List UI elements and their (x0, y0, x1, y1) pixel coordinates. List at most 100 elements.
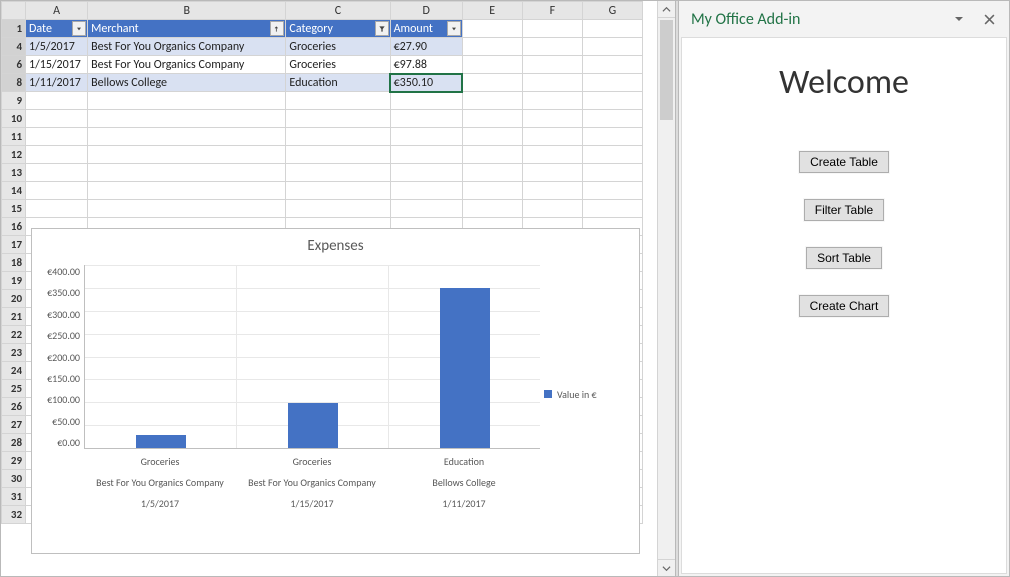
cell-merchant[interactable]: Best For You Organics Company (88, 38, 286, 56)
cell-merchant[interactable]: Bellows College (88, 74, 286, 92)
embedded-chart[interactable]: Expenses €400.00€350.00€300.00€250.00€20… (31, 228, 640, 554)
cell-empty[interactable] (88, 92, 286, 110)
row-header-32[interactable]: 32 (2, 506, 26, 524)
row-header-12[interactable]: 12 (2, 146, 26, 164)
cell-date[interactable]: 1/15/2017 (26, 56, 88, 74)
cell-empty[interactable] (522, 164, 582, 182)
cell-empty[interactable] (26, 128, 88, 146)
cell-empty[interactable] (462, 38, 522, 56)
cell-empty[interactable] (462, 110, 522, 128)
cell-empty[interactable] (462, 164, 522, 182)
cell-empty[interactable] (522, 110, 582, 128)
cell-date[interactable]: 1/5/2017 (26, 38, 88, 56)
row-header-17[interactable]: 17 (2, 236, 26, 254)
cell-empty[interactable] (26, 164, 88, 182)
cell-empty[interactable] (88, 182, 286, 200)
cell-empty[interactable] (582, 56, 642, 74)
row-header-14[interactable]: 14 (2, 182, 26, 200)
cell-empty[interactable] (390, 182, 462, 200)
cell-category[interactable]: Education (286, 74, 390, 92)
column-header-G[interactable]: G (582, 2, 642, 20)
row-header-19[interactable]: 19 (2, 272, 26, 290)
row-header-23[interactable]: 23 (2, 344, 26, 362)
create-table-button[interactable]: Create Table (799, 151, 889, 173)
cell-empty[interactable] (582, 146, 642, 164)
row-header-25[interactable]: 25 (2, 380, 26, 398)
cell-empty[interactable] (582, 38, 642, 56)
cell-empty[interactable] (462, 74, 522, 92)
column-header-E[interactable]: E (462, 2, 522, 20)
cell-empty[interactable] (88, 200, 286, 218)
cell-empty[interactable] (582, 92, 642, 110)
column-header-B[interactable]: B (88, 2, 286, 20)
cell-empty[interactable] (582, 20, 642, 38)
table-header-date[interactable]: Date (26, 20, 88, 38)
row-header-28[interactable]: 28 (2, 434, 26, 452)
chart-bar[interactable] (288, 403, 338, 448)
cell-empty[interactable] (390, 128, 462, 146)
chart-bar[interactable] (440, 288, 490, 448)
cell-empty[interactable] (286, 164, 390, 182)
cell-empty[interactable] (462, 92, 522, 110)
row-header-24[interactable]: 24 (2, 362, 26, 380)
cell-empty[interactable] (88, 128, 286, 146)
row-header-20[interactable]: 20 (2, 290, 26, 308)
cell-empty[interactable] (88, 146, 286, 164)
sort-table-button[interactable]: Sort Table (806, 247, 882, 269)
scrollbar-thumb[interactable] (660, 20, 673, 120)
row-header-10[interactable]: 10 (2, 110, 26, 128)
cell-empty[interactable] (582, 74, 642, 92)
row-header-29[interactable]: 29 (2, 452, 26, 470)
cell-empty[interactable] (522, 182, 582, 200)
filter-dropdown-date[interactable] (72, 21, 86, 36)
row-header-6[interactable]: 6 (2, 56, 26, 74)
filter-dropdown-amount[interactable] (447, 21, 461, 36)
cell-amount[interactable]: €27.90 (390, 38, 462, 56)
row-header-22[interactable]: 22 (2, 326, 26, 344)
row-header-26[interactable]: 26 (2, 398, 26, 416)
cell-date[interactable]: 1/11/2017 (26, 74, 88, 92)
filter-dropdown-category[interactable] (375, 21, 389, 36)
cell-empty[interactable] (462, 182, 522, 200)
cell-category[interactable]: Groceries (286, 38, 390, 56)
cell-empty[interactable] (26, 200, 88, 218)
cell-empty[interactable] (522, 56, 582, 74)
cell-merchant[interactable]: Best For You Organics Company (88, 56, 286, 74)
table-header-merchant[interactable]: Merchant (88, 20, 286, 38)
table-header-amount[interactable]: Amount (390, 20, 462, 38)
row-header-13[interactable]: 13 (2, 164, 26, 182)
scroll-up-button[interactable] (658, 1, 675, 18)
cell-empty[interactable] (390, 92, 462, 110)
cell-empty[interactable] (462, 200, 522, 218)
cell-empty[interactable] (462, 56, 522, 74)
cell-empty[interactable] (582, 164, 642, 182)
cell-empty[interactable] (88, 110, 286, 128)
cell-empty[interactable] (582, 110, 642, 128)
cell-empty[interactable] (462, 20, 522, 38)
cell-empty[interactable] (522, 200, 582, 218)
chart-bar[interactable] (136, 435, 186, 448)
row-header-27[interactable]: 27 (2, 416, 26, 434)
cell-empty[interactable] (522, 146, 582, 164)
cell-category[interactable]: Groceries (286, 56, 390, 74)
row-header-8[interactable]: 8 (2, 74, 26, 92)
scroll-down-button[interactable] (658, 559, 675, 576)
cell-empty[interactable] (522, 128, 582, 146)
cell-empty[interactable] (88, 164, 286, 182)
cell-empty[interactable] (26, 182, 88, 200)
cell-empty[interactable] (26, 146, 88, 164)
cell-empty[interactable] (286, 92, 390, 110)
row-header-11[interactable]: 11 (2, 128, 26, 146)
cell-empty[interactable] (522, 20, 582, 38)
row-header-15[interactable]: 15 (2, 200, 26, 218)
table-header-category[interactable]: Category (286, 20, 390, 38)
cell-empty[interactable] (286, 182, 390, 200)
cell-amount[interactable]: €97.88 (390, 56, 462, 74)
filter-table-button[interactable]: Filter Table (804, 199, 884, 221)
column-header-D[interactable]: D (390, 2, 462, 20)
cell-empty[interactable] (286, 200, 390, 218)
cell-empty[interactable] (582, 182, 642, 200)
row-header-1[interactable]: 1 (2, 20, 26, 38)
row-header-16[interactable]: 16 (2, 218, 26, 236)
row-header-31[interactable]: 31 (2, 488, 26, 506)
